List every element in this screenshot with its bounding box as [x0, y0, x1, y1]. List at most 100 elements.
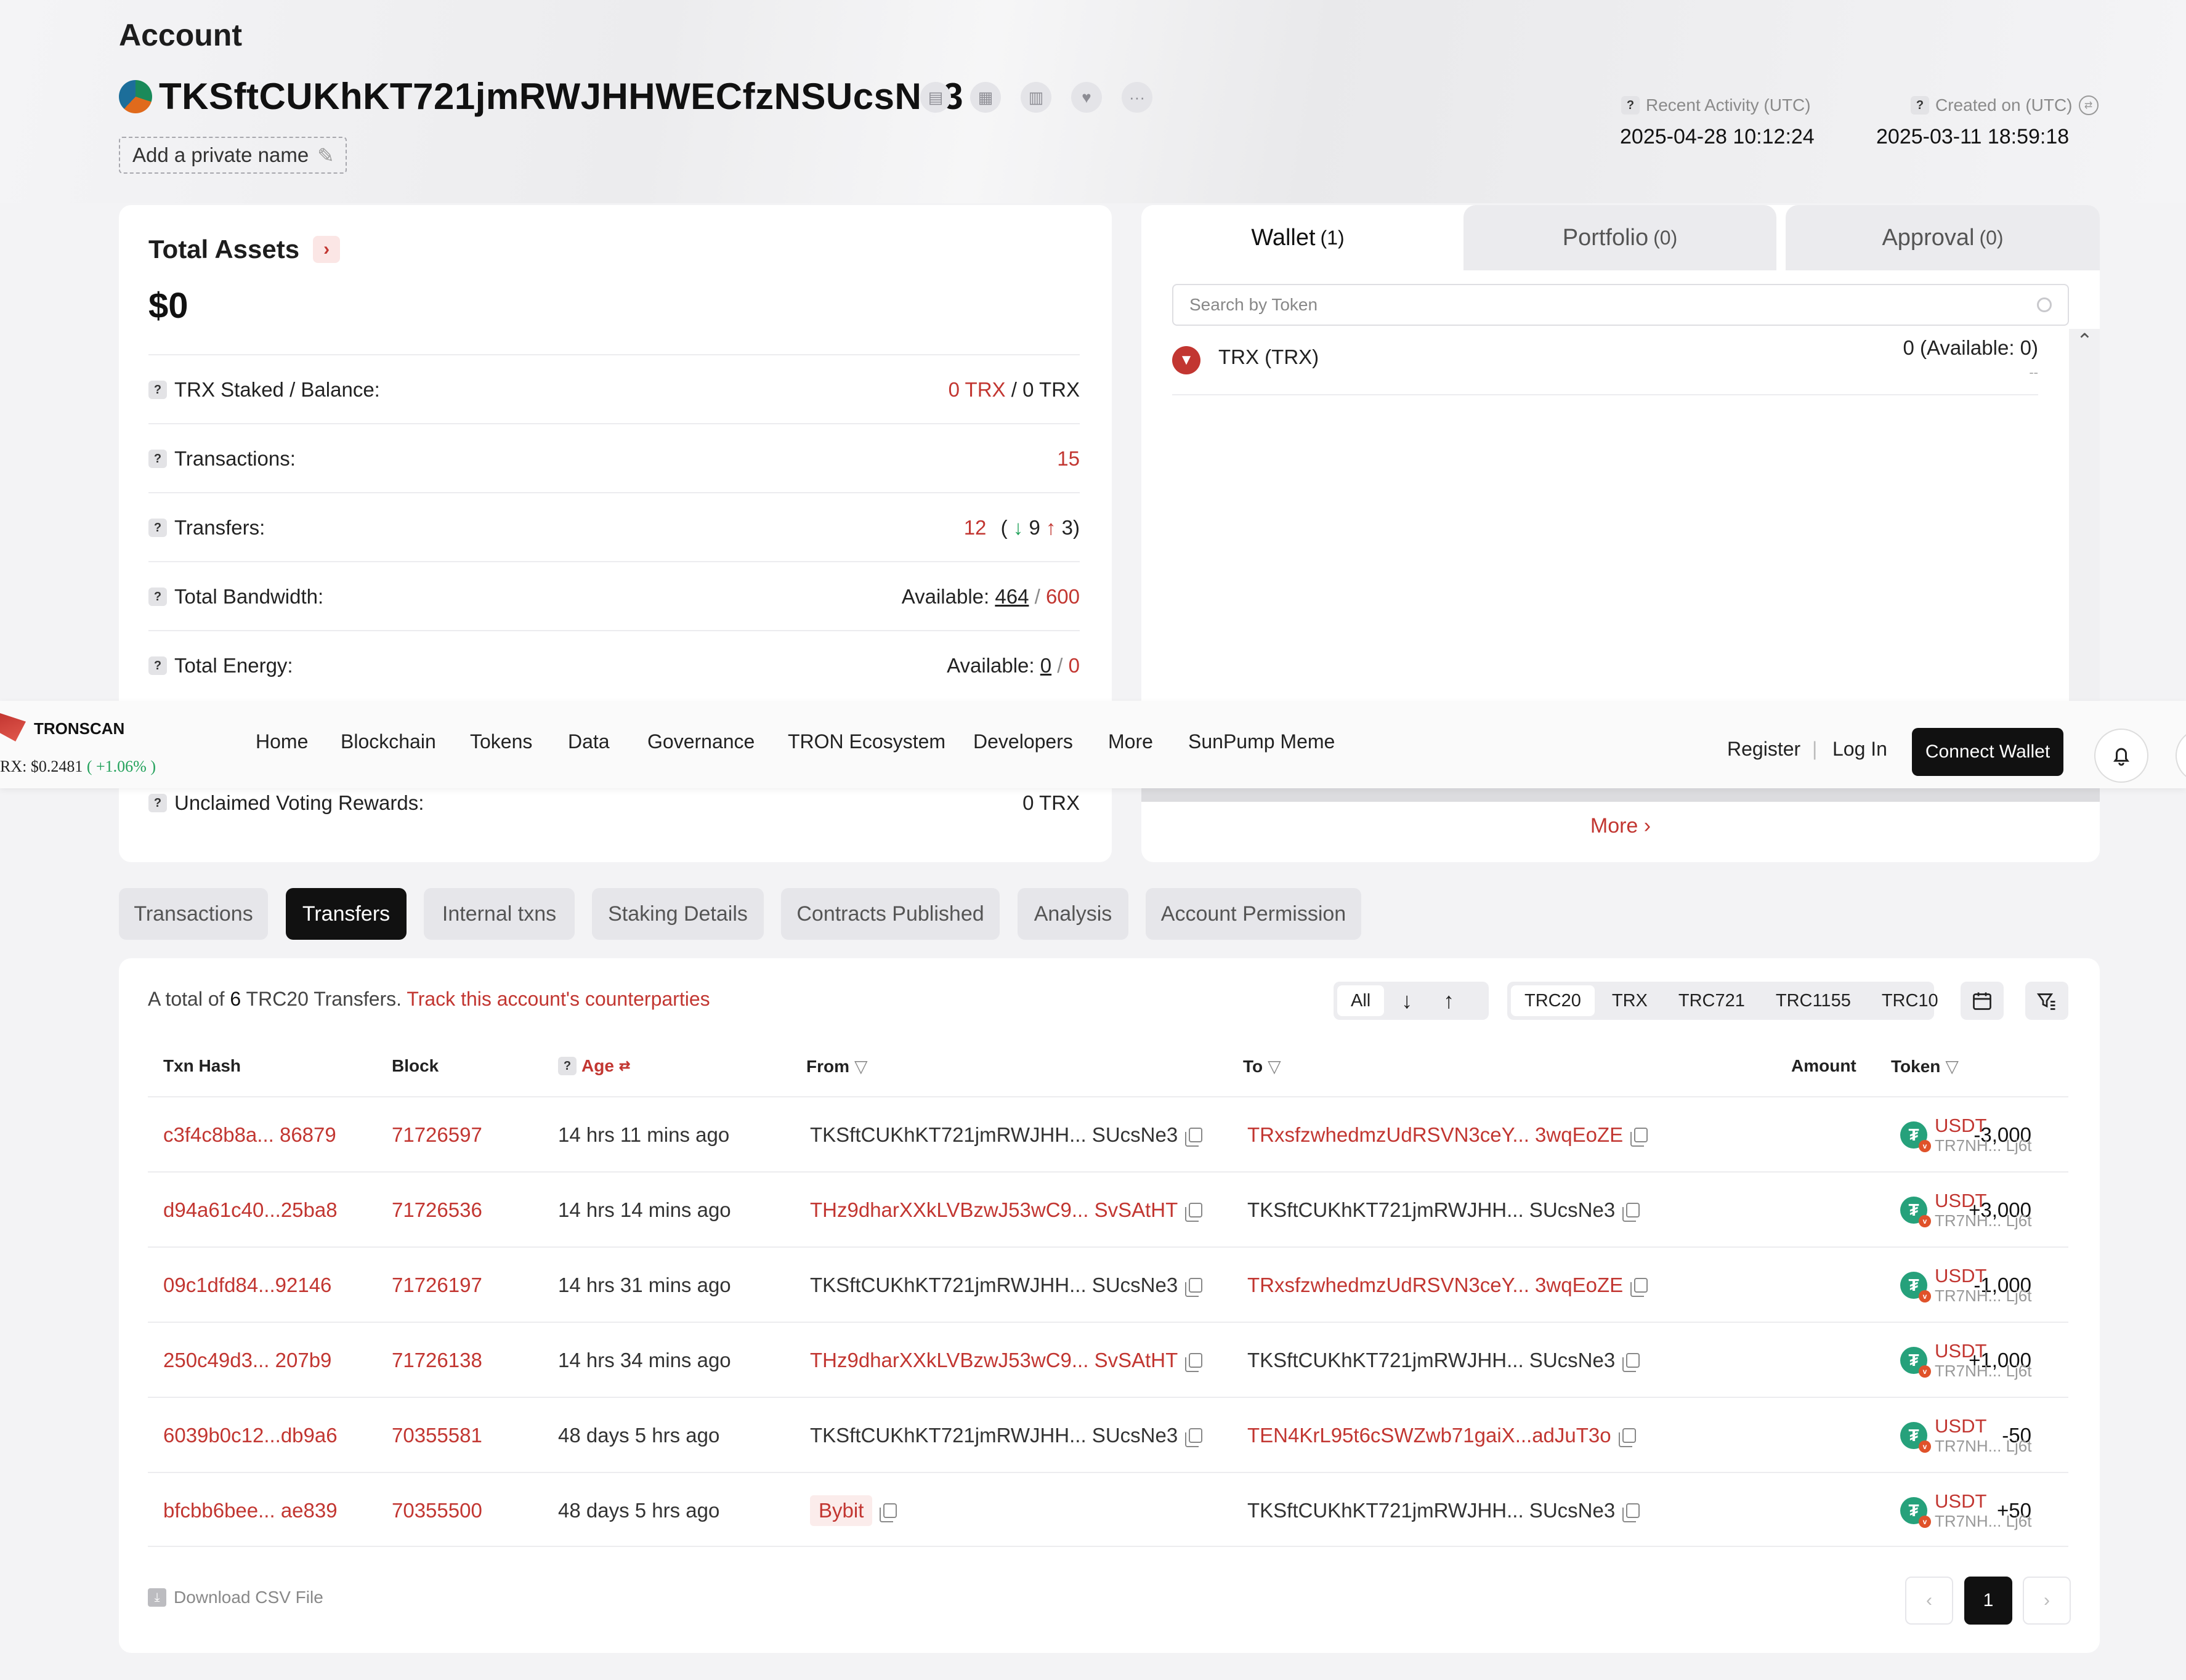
txn-hash-link[interactable]: 6039b0c12...db9a6	[163, 1398, 338, 1473]
token-row-trx[interactable]: ▼ TRX (TRX) 0 (Available: 0) --	[1172, 329, 2038, 395]
scrollbar[interactable]: ⌃	[2069, 329, 2100, 701]
block-link[interactable]: 70355500	[392, 1473, 482, 1548]
brand-name[interactable]: TRONSCAN	[34, 719, 124, 738]
chart-icon[interactable]: ▥	[1021, 82, 1051, 113]
filter-settings-icon[interactable]	[2025, 982, 2068, 1020]
nav-more[interactable]: More	[1108, 730, 1153, 753]
more-icon[interactable]: ···	[1122, 82, 1152, 113]
nav-governance[interactable]: Governance	[647, 730, 755, 753]
tab-wallet[interactable]: Wallet (1)	[1141, 205, 1454, 270]
copy-icon[interactable]	[1185, 1203, 1203, 1222]
filter-trc10[interactable]: TRC10	[1868, 985, 1952, 1016]
tab-analysis[interactable]: Analysis	[1018, 888, 1128, 940]
token-symbol-link[interactable]: USDT	[1935, 1490, 2032, 1512]
copy-icon[interactable]	[1630, 1278, 1648, 1297]
copy-icon[interactable]	[1185, 1128, 1203, 1147]
filter-icon[interactable]: ▽	[1945, 1056, 1959, 1076]
txn-hash-link[interactable]: 09c1dfd84...92146	[163, 1248, 331, 1323]
from-address-link[interactable]: Bybit	[810, 1495, 873, 1526]
token-symbol-link[interactable]: USDT	[1935, 1115, 2032, 1137]
copy-icon[interactable]	[1622, 1353, 1640, 1372]
nav-tokens[interactable]: Tokens	[470, 730, 532, 753]
filter-icon[interactable]: ▽	[1268, 1056, 1281, 1076]
copy-icon[interactable]	[1185, 1428, 1203, 1447]
qrcode-icon[interactable]: ▦	[970, 82, 1001, 113]
block-link[interactable]: 71726197	[392, 1248, 482, 1323]
tab-contracts-published[interactable]: Contracts Published	[781, 888, 1000, 940]
copy-icon[interactable]	[1618, 1428, 1636, 1447]
settings-button[interactable]	[2176, 729, 2186, 783]
copy-icon[interactable]	[1630, 1128, 1648, 1147]
txn-hash-link[interactable]: c3f4c8b8a... 86879	[163, 1097, 336, 1173]
filter-all[interactable]: All	[1337, 985, 1385, 1016]
switch-icon[interactable]: ⇄	[619, 1058, 630, 1074]
track-counterparties-link[interactable]: Track this account's counterparties	[407, 988, 710, 1010]
token-symbol-link[interactable]: USDT	[1935, 1340, 2032, 1362]
column-age[interactable]: ? Age ⇄	[558, 1056, 630, 1076]
to-address-link[interactable]: TEN4KrL95t6cSWZwb71gaiX...adJuT3o	[1247, 1424, 1611, 1447]
notification-bell-icon[interactable]	[2094, 729, 2148, 783]
add-private-name-button[interactable]: Add a private name ✎	[119, 137, 347, 174]
transfers-total[interactable]: 12	[964, 516, 987, 539]
tab-internal-txns[interactable]: Internal txns	[424, 888, 575, 940]
filter-icon[interactable]: ▽	[854, 1056, 868, 1076]
connect-wallet-button[interactable]: Connect Wallet	[1912, 728, 2063, 776]
tab-approval[interactable]: Approval (0)	[1786, 205, 2100, 270]
tab-transfers[interactable]: Transfers	[286, 888, 407, 940]
horizontal-scrollbar[interactable]	[1141, 788, 2100, 802]
nav-sunpump-meme[interactable]: SunPump Meme	[1188, 730, 1335, 753]
chevron-right-icon[interactable]: ›	[313, 236, 341, 263]
block-link[interactable]: 71726536	[392, 1173, 482, 1248]
more-link[interactable]: More ›	[1141, 814, 2100, 838]
heart-icon[interactable]: ♥	[1071, 82, 1102, 113]
from-address-link[interactable]: THz9dharXXkLVBzwJ53wC9... SvSAtHT	[810, 1349, 1178, 1372]
transactions-count[interactable]: 15	[1057, 447, 1080, 470]
txn-hash-link[interactable]: d94a61c40...25ba8	[163, 1173, 338, 1248]
from-address-link[interactable]: THz9dharXXkLVBzwJ53wC9... SvSAtHT	[810, 1198, 1178, 1222]
txn-hash-link[interactable]: 250c49d3... 207b9	[163, 1323, 331, 1398]
nav-blockchain[interactable]: Blockchain	[341, 730, 436, 753]
total-assets-title[interactable]: Total Assets ›	[148, 235, 341, 264]
tab-transactions[interactable]: Transactions	[119, 888, 268, 940]
filter-trx[interactable]: TRX	[1598, 985, 1661, 1016]
filter-trc1155[interactable]: TRC1155	[1762, 985, 1864, 1016]
filter-trc20[interactable]: TRC20	[1511, 985, 1595, 1016]
to-address-link[interactable]: TRxsfzwhedmzUdRSVN3ceY... 3wqEoZE	[1247, 1123, 1623, 1147]
copy-icon[interactable]	[1185, 1278, 1203, 1297]
pagination-prev-button[interactable]: ‹	[1905, 1577, 1953, 1625]
token-symbol-link[interactable]: USDT	[1935, 1190, 2032, 1212]
filter-outgoing-arrow-up-icon[interactable]: ↑	[1430, 985, 1468, 1016]
chevron-up-icon[interactable]: ⌃	[2076, 329, 2093, 352]
nav-tron-ecosystem[interactable]: TRON Ecosystem	[788, 730, 945, 753]
block-link[interactable]: 71726138	[392, 1323, 482, 1398]
register-link[interactable]: Register	[1727, 738, 1800, 761]
to-address-link[interactable]: TRxsfzwhedmzUdRSVN3ceY... 3wqEoZE	[1247, 1274, 1623, 1297]
txn-hash-link[interactable]: bfcbb6bee... ae839	[163, 1473, 338, 1548]
token-symbol-link[interactable]: USDT	[1935, 1415, 2032, 1437]
switch-icon[interactable]: ⇄	[2078, 95, 2099, 115]
pagination-page-1[interactable]: 1	[1964, 1577, 2012, 1625]
nav-home[interactable]: Home	[256, 730, 308, 753]
pagination-next-button[interactable]: ›	[2023, 1577, 2071, 1625]
block-link[interactable]: 70355581	[392, 1398, 482, 1473]
trx-staked-value[interactable]: 0 TRX	[949, 378, 1006, 401]
copy-icon[interactable]	[880, 1503, 897, 1522]
download-csv-link[interactable]: ⤓ Download CSV File	[148, 1588, 323, 1607]
filter-incoming-arrow-down-icon[interactable]: ↓	[1388, 985, 1426, 1016]
tab-portfolio[interactable]: Portfolio (0)	[1463, 205, 1776, 270]
copy-icon[interactable]: ▤	[920, 82, 951, 113]
tronscan-logo-icon[interactable]	[0, 713, 26, 741]
copy-icon[interactable]	[1185, 1353, 1203, 1372]
block-link[interactable]: 71726597	[392, 1097, 482, 1173]
tab-account-permission[interactable]: Account Permission	[1146, 888, 1361, 940]
login-link[interactable]: Log In	[1832, 738, 1887, 761]
filter-trc721[interactable]: TRC721	[1665, 985, 1759, 1016]
token-search-input[interactable]: Search by Token	[1172, 284, 2069, 326]
copy-icon[interactable]	[1622, 1203, 1640, 1222]
tab-staking-details[interactable]: Staking Details	[592, 888, 764, 940]
copy-icon[interactable]	[1622, 1503, 1640, 1522]
search-icon[interactable]	[2037, 297, 2052, 312]
token-symbol-link[interactable]: USDT	[1935, 1265, 2032, 1287]
nav-data[interactable]: Data	[568, 730, 610, 753]
calendar-icon[interactable]	[1961, 982, 2004, 1020]
